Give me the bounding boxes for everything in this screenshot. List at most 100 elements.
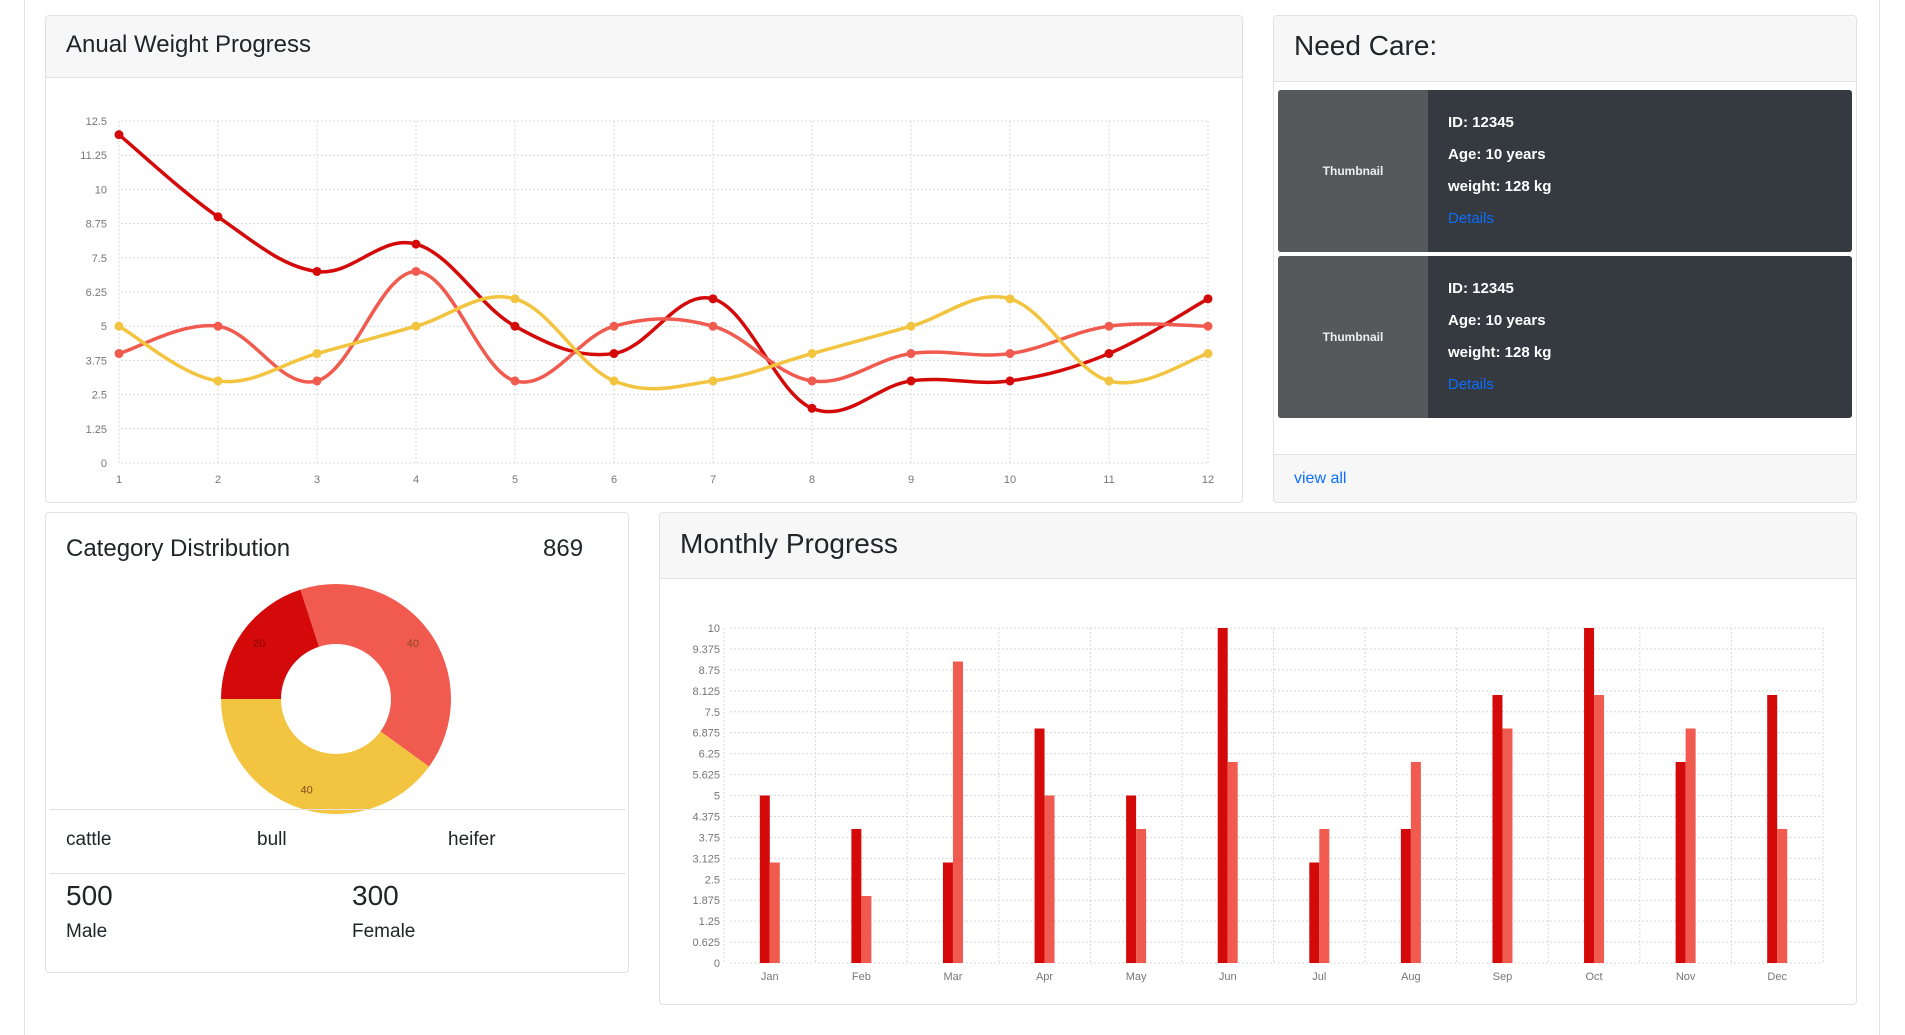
x-tick-label: Dec (1767, 971, 1787, 983)
data-point (213, 321, 223, 331)
x-tick-label: 7 (710, 474, 716, 486)
care-item-details-link[interactable]: Details (1448, 376, 1494, 393)
data-point (609, 321, 619, 331)
legend-label-cattle: cattle (66, 829, 112, 850)
annual-weight-line-chart: 01.252.53.7556.257.58.751011.2512.51 2 3 4 5… (80, 116, 1214, 486)
data-point (510, 376, 520, 386)
slice-label: 40 (301, 784, 313, 796)
data-point (1104, 376, 1114, 386)
y-tick-label: 8.75 (699, 665, 720, 677)
data-point (1005, 349, 1015, 359)
data-point (807, 376, 817, 386)
data-point (807, 349, 817, 359)
bar (1217, 628, 1228, 963)
data-point (312, 376, 322, 386)
bar (1410, 762, 1421, 963)
y-tick-label: 6.25 (699, 749, 720, 761)
need-care-card: Need Care: Thumbnail ID: 12345 Age: 10 y… (1273, 15, 1857, 503)
x-tick-label: 12 (1202, 474, 1214, 486)
x-tick-label: 3 (314, 474, 320, 486)
bar (1227, 762, 1238, 963)
care-item-id: ID: 12345 (1448, 114, 1514, 131)
data-point (609, 376, 619, 386)
y-tick-label: 7.5 (92, 253, 107, 265)
data-point (1005, 294, 1015, 304)
x-tick-label: Oct (1585, 971, 1602, 983)
data-point (708, 321, 718, 331)
data-point (609, 349, 619, 359)
data-point (1203, 321, 1213, 331)
female-count: 300 (352, 880, 399, 911)
data-point (1203, 294, 1213, 304)
category-donut-chart: 20 40 40 (221, 584, 451, 814)
data-point (1005, 376, 1015, 386)
x-tick-label: 2 (215, 474, 221, 486)
x-tick-label: Aug (1401, 971, 1421, 983)
bar (942, 862, 953, 963)
data-point (1104, 349, 1114, 359)
x-tick-label: 9 (908, 474, 914, 486)
monthly-progress-bar-chart: 0 0.625 1.25 1.875 2.5 3.125 3.75 4.375 5 5.625 6.… (692, 623, 1824, 983)
page-edge-left (24, 0, 25, 1035)
y-tick-label: 0.625 (692, 937, 720, 949)
bar (851, 829, 862, 963)
donut-slice (221, 589, 320, 699)
care-item: Thumbnail ID: 12345 Age: 10 years weight… (1278, 90, 1852, 252)
data-point (708, 294, 718, 304)
bar (1685, 728, 1696, 963)
bar (861, 896, 872, 963)
data-point (312, 266, 322, 276)
bar (759, 795, 770, 963)
care-item-details-link[interactable]: Details (1448, 210, 1494, 227)
slice-label: 20 (253, 638, 265, 650)
category-distribution-title: Category Distribution (66, 535, 291, 562)
y-tick-label: 5.625 (692, 770, 720, 782)
data-point (510, 294, 520, 304)
data-point (906, 376, 916, 386)
need-care-footer: view all (1274, 454, 1856, 502)
care-item-age: Age: 10 years (1448, 312, 1546, 329)
category-divider (50, 873, 626, 874)
x-tick-label: 8 (809, 474, 815, 486)
y-tick-label: 10 (708, 623, 720, 635)
bar (769, 862, 780, 963)
annual-weight-title: Anual Weight Progress (66, 31, 312, 58)
care-item-age: Age: 10 years (1448, 146, 1546, 163)
data-point (1104, 321, 1114, 331)
bar (1319, 829, 1330, 963)
need-care-title: Need Care: (1294, 30, 1438, 61)
view-all-link[interactable]: view all (1294, 470, 1346, 488)
bar (1767, 695, 1778, 963)
data-point (114, 130, 124, 140)
y-tick-label: 1.25 (699, 916, 720, 928)
x-tick-label: Mar (943, 971, 962, 983)
data-point (510, 321, 520, 331)
y-tick-label: 4.375 (692, 811, 720, 823)
legend-label-heifer: heifer (448, 829, 496, 850)
page-edge-right (1879, 0, 1880, 1035)
data-point (114, 349, 124, 359)
y-tick-label: 3.75 (699, 832, 720, 844)
y-tick-label: 7.5 (705, 707, 720, 719)
care-item-id: ID: 12345 (1448, 280, 1514, 297)
y-tick-label: 1.25 (86, 424, 107, 436)
female-label: Female (352, 921, 416, 942)
data-point (411, 266, 421, 276)
bar (1594, 695, 1605, 963)
bar (1044, 795, 1055, 963)
x-tick-label: May (1126, 971, 1147, 983)
thumbnail-image: Thumbnail (1278, 90, 1428, 252)
x-tick-label: Jun (1219, 971, 1237, 983)
x-tick-label: 5 (512, 474, 518, 486)
data-point (906, 321, 916, 331)
y-tick-label: 5 (101, 321, 107, 333)
x-tick-label: 6 (611, 474, 617, 486)
category-total-count: 869 (543, 535, 584, 562)
annual-weight-card: Anual Weight Progress 0 1.25 2.5 3.75 5 6.25 7… (45, 15, 1243, 503)
care-item: Thumbnail ID: 12345 Age: 10 years weight… (1278, 256, 1852, 418)
data-point (1203, 349, 1213, 359)
data-point (213, 376, 223, 386)
monthly-progress-title: Monthly Progress (680, 528, 898, 559)
data-point (114, 321, 124, 331)
male-count: 500 (66, 880, 113, 911)
